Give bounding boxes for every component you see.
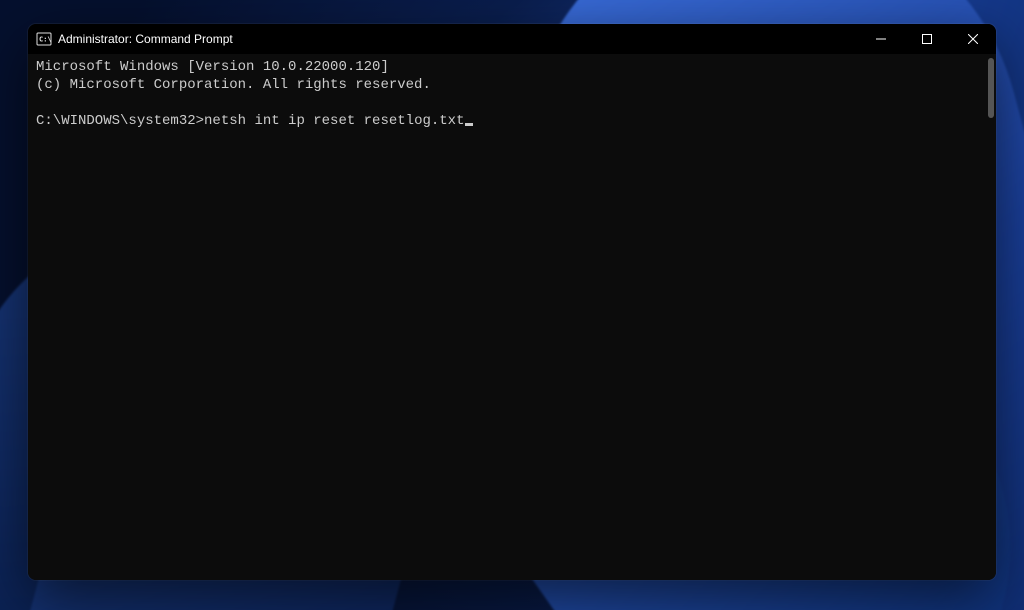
terminal-command: netsh int ip reset resetlog.txt xyxy=(204,112,464,130)
terminal-cursor xyxy=(465,123,473,126)
window-controls xyxy=(858,24,996,54)
titlebar[interactable]: C:\ Administrator: Command Prompt xyxy=(28,24,996,54)
minimize-icon xyxy=(876,34,886,44)
terminal-output-line: Microsoft Windows [Version 10.0.22000.12… xyxy=(36,58,988,76)
close-icon xyxy=(968,34,978,44)
terminal-prompt-line: C:\WINDOWS\system32> netsh int ip reset … xyxy=(36,112,988,130)
titlebar-left: C:\ Administrator: Command Prompt xyxy=(28,31,233,47)
scrollbar-thumb[interactable] xyxy=(988,58,994,118)
cmd-icon: C:\ xyxy=(36,31,52,47)
window-title: Administrator: Command Prompt xyxy=(58,32,233,46)
close-button[interactable] xyxy=(950,24,996,54)
terminal-prompt: C:\WINDOWS\system32> xyxy=(36,112,204,130)
maximize-button[interactable] xyxy=(904,24,950,54)
terminal-blank-line xyxy=(36,94,988,112)
terminal-output-line: (c) Microsoft Corporation. All rights re… xyxy=(36,76,988,94)
minimize-button[interactable] xyxy=(858,24,904,54)
maximize-icon xyxy=(922,34,932,44)
terminal-body[interactable]: Microsoft Windows [Version 10.0.22000.12… xyxy=(28,54,996,580)
svg-text:C:\: C:\ xyxy=(39,36,52,44)
command-prompt-window: C:\ Administrator: Command Prompt xyxy=(28,24,996,580)
